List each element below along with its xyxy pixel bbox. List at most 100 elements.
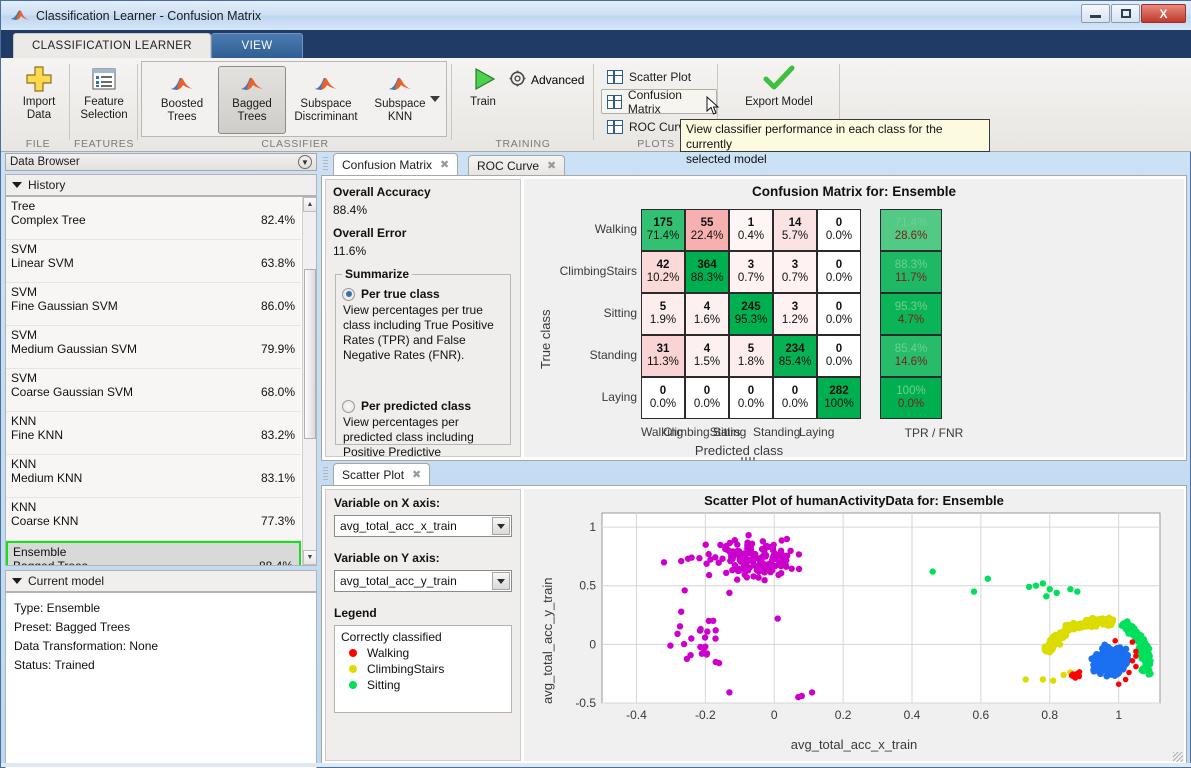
history-scrollbar[interactable]: ▲ ▼	[302, 197, 316, 565]
chevron-down-icon-4[interactable]	[492, 572, 510, 590]
confusion-matrix-cell[interactable]: 0 0.0%	[773, 377, 817, 419]
y-axis-variable-select[interactable]: avg_total_acc_y_train	[334, 570, 512, 592]
confusion-matrix-cell[interactable]: 1 0.4%	[729, 209, 773, 251]
classifier-gallery-expand-icon[interactable]	[430, 96, 440, 102]
tab-view[interactable]: VIEW	[211, 33, 303, 58]
scatter-point	[1143, 653, 1150, 660]
confusion-matrix-cell[interactable]: 234 85.4%	[773, 335, 817, 377]
confusion-matrix-tpr-cell[interactable]: 100% 0.0%	[880, 377, 942, 419]
history-item[interactable]: SVM Medium Gaussian SVM 79.9%	[6, 326, 301, 369]
confusion-matrix-cell[interactable]: 282 100%	[817, 377, 861, 419]
history-item[interactable]: KNN Fine KNN 83.2%	[6, 412, 301, 455]
scatter-point	[753, 563, 760, 570]
history-item[interactable]: Ensemble Bagged Trees 88.4%	[6, 541, 301, 565]
chevron-down-circle-icon[interactable]: ▼	[298, 155, 312, 169]
close-button[interactable]: X	[1141, 4, 1186, 23]
panel-splitter[interactable]	[741, 457, 755, 461]
confusion-matrix-cell[interactable]: 0 0.0%	[817, 251, 861, 293]
confusion-matrix-cell-percent: 0.7%	[781, 272, 809, 284]
history-item[interactable]: SVM Linear SVM 63.8%	[6, 240, 301, 283]
confusion-matrix-cell[interactable]: 0 0.0%	[817, 293, 861, 335]
confusion-matrix-tpr-cell[interactable]: 85.4% 14.6%	[880, 335, 942, 377]
tab-classification-learner[interactable]: CLASSIFICATION LEARNER	[13, 33, 211, 58]
history-item[interactable]: KNN Medium KNN 83.1%	[6, 455, 301, 498]
confusion-matrix-cell[interactable]: 0 0.0%	[817, 335, 861, 377]
confusion-matrix-cell[interactable]: 3 1.2%	[773, 293, 817, 335]
scatter-point	[1039, 676, 1047, 683]
confusion-matrix-cell[interactable]: 5 1.9%	[641, 293, 685, 335]
confusion-matrix-cell-count: 234	[785, 343, 805, 355]
current-model-section-header[interactable]: Current model	[5, 570, 317, 592]
maximize-button[interactable]	[1111, 4, 1140, 23]
confusion-matrix-cell[interactable]: 3 0.7%	[729, 251, 773, 293]
confusion-matrix-cell[interactable]: 3 0.7%	[773, 251, 817, 293]
scatter-point	[702, 541, 709, 548]
data-browser-panel: Data Browser ▼ History Tree Complex Tree 8…	[5, 153, 317, 768]
history-item-name: Medium Gaussian SVM	[11, 342, 138, 356]
chevron-down-icon-3[interactable]	[492, 517, 510, 535]
close-icon-2[interactable]: ✖	[547, 159, 556, 172]
advanced-button[interactable]: Advanced	[509, 70, 584, 90]
confusion-matrix-cell[interactable]: 0 0.0%	[685, 377, 729, 419]
confusion-matrix-cell[interactable]: 14 5.7%	[773, 209, 817, 251]
classifier-subspace-knn[interactable]: Subspace KNN	[364, 66, 436, 134]
scatter-plot-xtick-label: 0.8	[1041, 708, 1058, 722]
feature-selection-button[interactable]: Feature Selection	[73, 62, 135, 122]
doc-tab-confusion-matrix[interactable]: Confusion Matrix ✖	[333, 153, 459, 175]
scatter-point	[701, 634, 709, 641]
scroll-down-icon[interactable]: ▼	[303, 550, 316, 565]
confusion-matrix-cell[interactable]: 42 10.2%	[641, 251, 685, 293]
train-button[interactable]: Train	[459, 62, 507, 109]
confusion-matrix-button[interactable]: Confusion Matrix	[601, 88, 717, 116]
current-model-status: Status: Trained	[14, 658, 95, 672]
history-item[interactable]: SVM Coarse Gaussian SVM 68.0%	[6, 369, 301, 412]
history-item[interactable]: Tree Complex Tree 82.4%	[6, 197, 301, 240]
confusion-matrix-column-label: Standing	[753, 425, 801, 439]
import-data-button[interactable]: Import Data	[11, 62, 67, 122]
resize-grip-icon[interactable]	[1173, 752, 1183, 762]
scatter-point	[696, 555, 703, 562]
confusion-matrix-tpr-cell[interactable]: 88.3% 11.7%	[880, 251, 942, 293]
ribbon-group-classifier-label: CLASSIFIER	[261, 138, 329, 150]
radio-per-true-class[interactable]: Per true class	[342, 287, 504, 301]
classifier-subspace-discriminant[interactable]: Subspace Discriminant	[288, 66, 364, 134]
confusion-matrix-cell-count: 5	[659, 301, 667, 313]
close-icon-3[interactable]: ✖	[412, 468, 421, 481]
confusion-matrix-cell[interactable]: 0 0.0%	[641, 377, 685, 419]
doc-tab-roc-curve[interactable]: ROC Curve ✖	[468, 155, 566, 175]
confusion-matrix-cell[interactable]: 31 11.3%	[641, 335, 685, 377]
panel-grip-2[interactable]	[323, 467, 328, 481]
classifier-gallery: Boosted Trees Bagged Trees Subspace Disc…	[141, 61, 447, 137]
confusion-matrix-cell[interactable]: 4 1.6%	[685, 293, 729, 335]
classifier-bagged-trees[interactable]: Bagged Trees	[218, 66, 286, 134]
confusion-matrix-cell[interactable]: 0 0.0%	[817, 209, 861, 251]
close-icon[interactable]: ✖	[440, 158, 449, 171]
export-model-button[interactable]: Export Model	[729, 62, 829, 109]
scroll-up-icon[interactable]: ▲	[303, 197, 316, 212]
classifier-boosted-trees[interactable]: Boosted Trees	[148, 66, 216, 134]
confusion-matrix-cell[interactable]: 5 1.8%	[729, 335, 773, 377]
confusion-matrix-cell[interactable]: 4 1.5%	[685, 335, 729, 377]
confusion-matrix-cell[interactable]: 0 0.0%	[729, 377, 773, 419]
doc-tab-scatter-plot[interactable]: Scatter Plot ✖	[333, 463, 431, 485]
confusion-matrix-tpr-cell[interactable]: 95.3% 4.7%	[880, 293, 942, 335]
scrollbar-thumb[interactable]	[304, 269, 316, 439]
history-list[interactable]: Tree Complex Tree 82.4% SVM Linear SVM 63.8% S…	[5, 196, 317, 566]
confusion-matrix-tpr-header: TPR / FNR	[904, 426, 964, 440]
panel-grip[interactable]	[323, 157, 328, 171]
overall-error-value: 11.6%	[333, 244, 367, 258]
confusion-matrix-cell[interactable]: 175 71.4%	[641, 209, 685, 251]
scatter-plot-button[interactable]: Scatter Plot	[601, 64, 697, 89]
confusion-matrix-cell[interactable]: 55 22.4%	[685, 209, 729, 251]
scatter-point	[683, 655, 691, 662]
radio-per-predicted-class[interactable]: Per predicted class	[342, 399, 504, 413]
confusion-matrix-cell[interactable]: 364 88.3%	[685, 251, 729, 293]
x-axis-variable-select[interactable]: avg_total_acc_x_train	[334, 515, 512, 537]
history-item[interactable]: SVM Fine Gaussian SVM 86.0%	[6, 283, 301, 326]
history-section-header[interactable]: History	[5, 174, 317, 196]
confusion-matrix-cell[interactable]: 245 95.3%	[729, 293, 773, 335]
confusion-matrix-tpr-cell[interactable]: 71.4% 28.6%	[880, 209, 942, 251]
history-item[interactable]: KNN Coarse KNN 77.3%	[6, 498, 301, 541]
scatter-point	[1139, 666, 1147, 673]
minimize-button[interactable]	[1081, 4, 1110, 23]
